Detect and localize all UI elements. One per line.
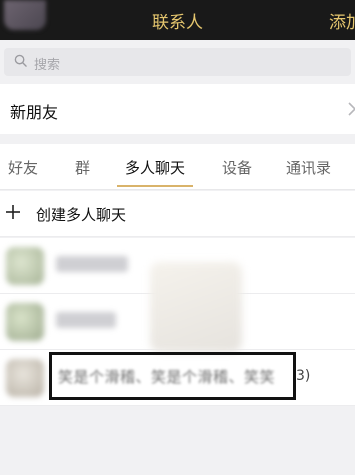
create-multi-chat-row[interactable]: 创建多人聊天 xyxy=(0,191,355,237)
tab-address-book[interactable]: 通讯录 xyxy=(286,157,331,178)
tab-multi-chat[interactable]: 多人聊天 xyxy=(125,157,185,178)
chat-name xyxy=(56,312,116,328)
tab-devices[interactable]: 设备 xyxy=(222,157,252,178)
add-button[interactable]: 添加 xyxy=(329,8,355,33)
chat-avatar xyxy=(6,303,44,341)
chat-avatar xyxy=(6,247,44,285)
create-multi-chat-label: 创建多人聊天 xyxy=(36,206,127,224)
page-title: 联系人 xyxy=(152,13,203,33)
new-friends-row[interactable]: 新朋友 xyxy=(0,84,355,134)
active-tab-indicator xyxy=(117,185,193,187)
chevron-right-icon xyxy=(348,102,355,116)
highlight-box xyxy=(49,352,296,400)
blurred-overlay xyxy=(150,262,242,352)
tab-friends[interactable]: 好友 xyxy=(8,157,38,178)
search-placeholder: 搜索 xyxy=(34,58,61,73)
empty-area xyxy=(0,406,355,475)
contact-tabs: 好友 群 多人聊天 设备 通讯录 xyxy=(0,144,355,190)
search-bar[interactable]: 搜索 xyxy=(0,48,355,76)
plus-icon xyxy=(6,205,20,219)
chat-avatar xyxy=(6,359,44,397)
member-count: 3) xyxy=(296,368,311,384)
new-friends-label: 新朋友 xyxy=(10,103,59,122)
search-input[interactable]: 搜索 xyxy=(4,48,351,76)
top-bar: 联系人 添加 xyxy=(0,0,355,40)
chat-name xyxy=(56,256,128,272)
search-icon xyxy=(14,54,27,67)
tab-groups[interactable]: 群 xyxy=(75,157,90,178)
